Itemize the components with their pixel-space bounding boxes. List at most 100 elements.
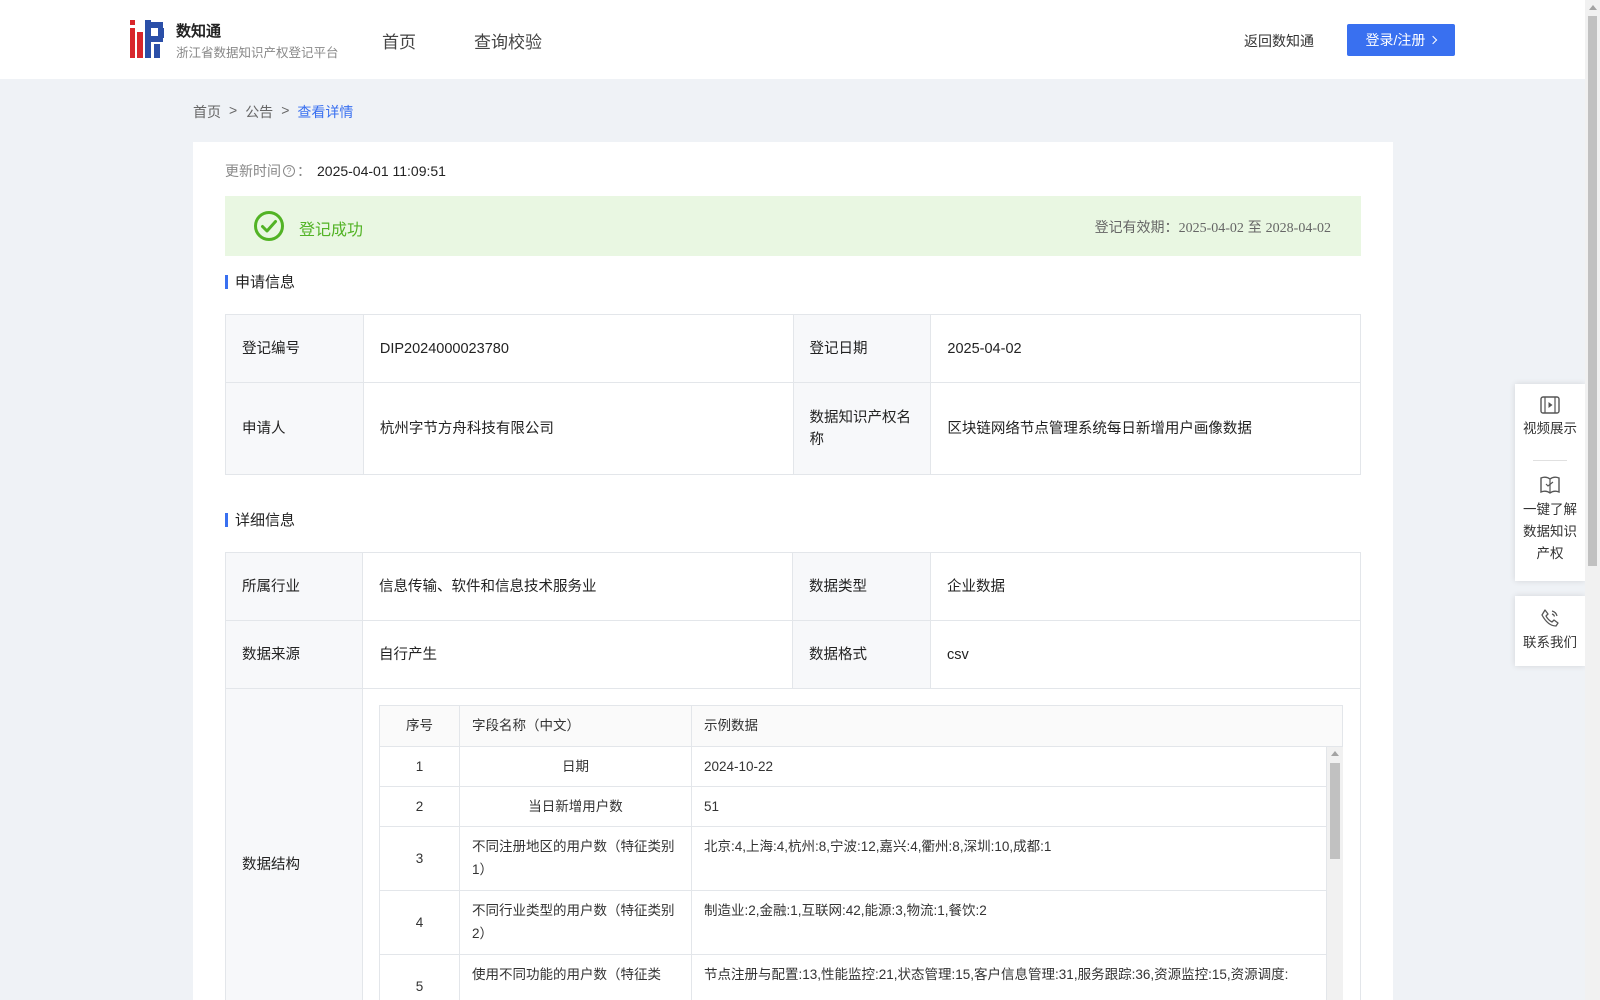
scroll-up-arrow-icon[interactable] xyxy=(1331,751,1339,756)
table-row: 2 当日新增用户数 51 xyxy=(379,787,1327,827)
page-scrollbar[interactable] xyxy=(1585,0,1600,1000)
scroll-up-arrow-icon[interactable] xyxy=(1589,5,1597,10)
contact-us-item[interactable]: 联系我们 xyxy=(1515,596,1585,654)
breadcrumb-home[interactable]: 首页 xyxy=(193,102,221,122)
table-row: 5 使用不同功能的用户数（特征类 节点注册与配置:13,性能监控:21,状态管理… xyxy=(379,955,1327,1000)
applicant-value: 杭州字节方舟科技有限公司 xyxy=(362,382,794,475)
nav-query-verify[interactable]: 查询校验 xyxy=(474,28,542,53)
reg-date-value: 2025-04-02 xyxy=(930,314,1361,383)
format-value: csv xyxy=(929,620,1362,689)
industry-value: 信息传输、软件和信息技术服务业 xyxy=(362,552,793,621)
table-row: 4 不同行业类型的用户数（特征类别2） 制造业:2,金融:1,互联网:42,能源… xyxy=(379,891,1327,955)
ip-name-label: 数据知识产权名称 xyxy=(792,382,932,475)
breadcrumb: 首页 > 公告 > 查看详情 xyxy=(193,102,353,122)
structure-cell: 序号 字段名称（中文） 示例数据 1 日期 2024-10-22 2 当日新增用… xyxy=(362,688,1361,1000)
application-info-table: 登记编号 DIP2024000023780 登记日期 2025-04-02 申请… xyxy=(225,314,1361,475)
validity-end: 2028-04-02 xyxy=(1265,221,1331,236)
data-type-label: 数据类型 xyxy=(791,552,931,621)
page-scrollbar-thumb[interactable] xyxy=(1588,16,1597,566)
back-to-shuzhitong-link[interactable]: 返回数知通 xyxy=(1244,31,1314,51)
table-row: 1 日期 2024-10-22 xyxy=(379,747,1327,787)
table-row: 所属行业 信息传输、软件和信息技术服务业 数据类型 企业数据 xyxy=(225,552,1362,621)
validity-to: 至 xyxy=(1247,219,1262,235)
login-register-label: 登录/注册 xyxy=(1365,32,1426,48)
row-field-name: 不同注册地区的用户数（特征类别1） xyxy=(460,827,692,890)
row-example: 北京:4,上海:4,杭州:8,宁波:12,嘉兴:4,衢州:8,深圳:10,成都:… xyxy=(704,839,1052,854)
row-example: 2024-10-22 xyxy=(704,759,774,774)
row-field-name: 使用不同功能的用户数（特征类 xyxy=(460,955,692,1000)
brand-subtitle: 浙江省数据知识产权登记平台 xyxy=(176,46,339,60)
row-index: 2 xyxy=(380,787,460,826)
detail-section-title: 详细信息 xyxy=(225,509,295,530)
registration-status-banner: 登记成功 登记有效期：2025-04-02 至 2028-04-02 xyxy=(225,196,1361,256)
learn-data-ip-item[interactable]: 一键了解数据知识产权 xyxy=(1515,461,1585,565)
update-time-row: 更新时间 ? ： 2025-04-01 11:09:51 xyxy=(225,161,446,181)
float-help-panel: 视频展示 一键了解数据知识产权 xyxy=(1515,384,1585,581)
structure-label: 数据结构 xyxy=(225,688,363,1000)
breadcrumb-separator: > xyxy=(281,102,290,118)
update-time-label: 更新时间 xyxy=(225,163,281,179)
colon: ： xyxy=(297,163,311,179)
data-type-value: 企业数据 xyxy=(929,552,1362,621)
brand-logo[interactable] xyxy=(130,20,166,58)
video-showcase-item[interactable]: 视频展示 xyxy=(1515,384,1585,460)
format-label: 数据格式 xyxy=(791,620,931,689)
structure-scrollbar[interactable] xyxy=(1327,747,1343,1000)
col-example-header: 示例数据 xyxy=(704,718,758,733)
login-register-button[interactable]: 登录/注册 xyxy=(1347,24,1455,56)
top-header: 数知通 浙江省数据知识产权登记平台 首页 查询校验 返回数知通 登录/注册 xyxy=(0,0,1585,79)
breadcrumb-separator: > xyxy=(229,102,238,118)
brand-name: 数知通 xyxy=(176,23,222,40)
reg-date-label: 登记日期 xyxy=(792,314,932,383)
validity-period: 登记有效期：2025-04-02 至 2028-04-02 xyxy=(1095,217,1331,237)
video-icon xyxy=(1540,396,1560,414)
breadcrumb-notice[interactable]: 公告 xyxy=(245,102,273,122)
update-time-value: 2025-04-01 11:09:51 xyxy=(317,163,446,179)
row-example: 节点注册与配置:13,性能监控:21,状态管理:15,客户信息管理:31,服务跟… xyxy=(704,967,1289,982)
row-example: 51 xyxy=(704,799,720,814)
table-row: 3 不同注册地区的用户数（特征类别1） 北京:4,上海:4,杭州:8,宁波:12… xyxy=(379,827,1327,891)
application-section-title: 申请信息 xyxy=(225,271,295,292)
table-row: 登记编号 DIP2024000023780 登记日期 2025-04-02 xyxy=(225,314,1361,383)
row-field-name: 不同行业类型的用户数（特征类别2） xyxy=(460,891,692,954)
nav-home[interactable]: 首页 xyxy=(382,28,416,53)
table-row: 数据来源 自行产生 数据格式 csv xyxy=(225,620,1362,689)
row-index: 4 xyxy=(380,891,460,954)
validity-start: 2025-04-02 xyxy=(1178,221,1244,236)
col-index-header: 序号 xyxy=(380,706,460,746)
validity-label: 登记有效期： xyxy=(1094,219,1179,235)
breadcrumb-current: 查看详情 xyxy=(297,104,354,120)
row-example: 制造业:2,金融:1,互联网:42,能源:3,物流:1,餐饮:2 xyxy=(704,903,987,918)
scrollbar-thumb[interactable] xyxy=(1330,763,1340,859)
structure-table: 序号 字段名称（中文） 示例数据 1 日期 2024-10-22 2 当日新增用… xyxy=(379,705,1343,1000)
chevron-right-icon xyxy=(1429,35,1438,45)
detail-info-table: 所属行业 信息传输、软件和信息技术服务业 数据类型 企业数据 数据来源 自行产生… xyxy=(225,552,1362,1000)
applicant-label: 申请人 xyxy=(225,382,364,475)
industry-label: 所属行业 xyxy=(225,552,363,621)
col-field-name-header: 字段名称（中文） xyxy=(460,706,692,746)
source-value: 自行产生 xyxy=(362,620,793,689)
contact-us-label: 联系我们 xyxy=(1523,635,1577,650)
structure-header: 序号 字段名称（中文） 示例数据 xyxy=(379,705,1343,747)
row-index: 3 xyxy=(380,827,460,890)
row-field-name: 日期 xyxy=(460,747,692,786)
phone-icon xyxy=(1541,609,1559,627)
source-label: 数据来源 xyxy=(225,620,363,689)
reg-no-label: 登记编号 xyxy=(225,314,364,383)
contact-panel: 联系我们 xyxy=(1515,596,1585,666)
row-index: 1 xyxy=(380,747,460,786)
table-row: 申请人 杭州字节方舟科技有限公司 数据知识产权名称 区块链网络节点管理系统每日新… xyxy=(225,382,1361,475)
video-showcase-label: 视频展示 xyxy=(1523,421,1577,436)
question-icon[interactable]: ? xyxy=(283,165,295,177)
structure-body[interactable]: 1 日期 2024-10-22 2 当日新增用户数 51 3 不同注册地区的用户… xyxy=(379,747,1327,1000)
reg-no-value: DIP2024000023780 xyxy=(362,314,794,383)
check-circle-icon xyxy=(254,211,284,241)
book-icon xyxy=(1540,476,1560,494)
row-index: 5 xyxy=(380,955,460,1000)
row-field-name: 当日新增用户数 xyxy=(460,787,692,826)
table-row: 数据结构 序号 字段名称（中文） 示例数据 1 日期 2024-10-22 2 … xyxy=(225,688,1361,1000)
ip-name-value: 区块链网络节点管理系统每日新增用户画像数据 xyxy=(930,382,1361,475)
detail-card: 更新时间 ? ： 2025-04-01 11:09:51 登记成功 登记有效期：… xyxy=(193,142,1393,1000)
learn-data-ip-label: 一键了解数据知识产权 xyxy=(1523,502,1577,561)
status-text: 登记成功 xyxy=(299,222,364,239)
